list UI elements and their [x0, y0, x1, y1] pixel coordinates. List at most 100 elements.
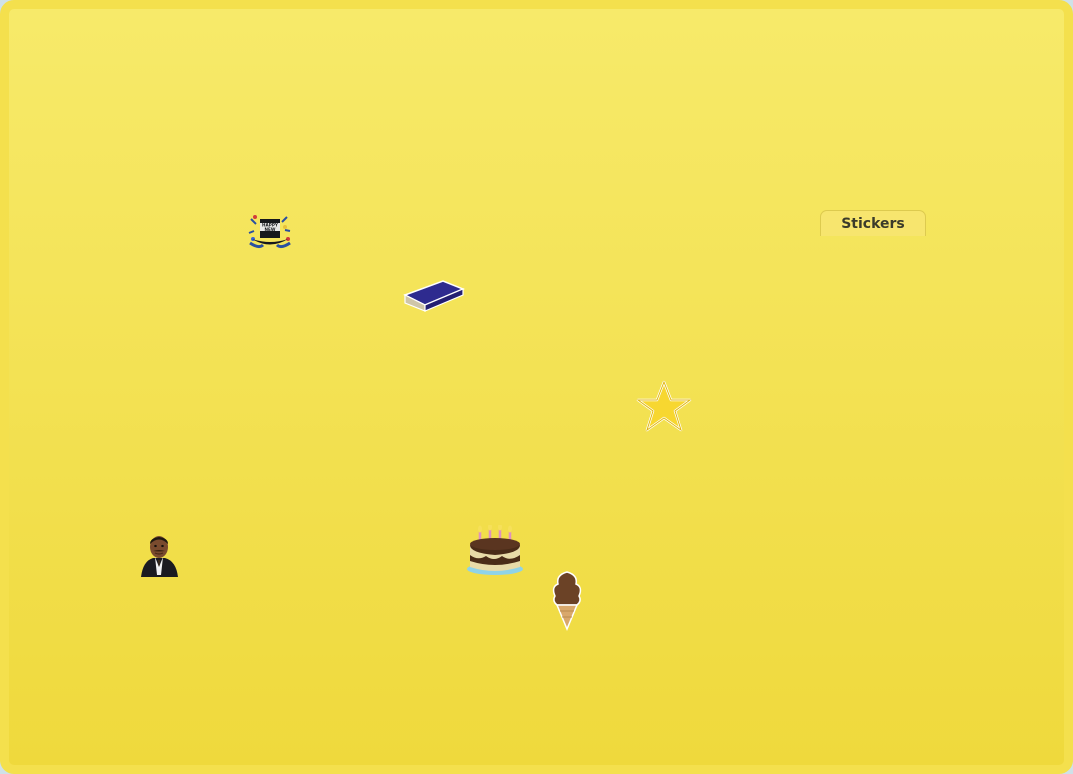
day-header-sunday: Sunday: [20, 170, 124, 202]
day-header-friday: Friday: [572, 170, 676, 202]
svg-text:YEAR: YEAR: [263, 232, 277, 237]
calendar-cell[interactable]: 1 HAPPY NEW YEAR New Year's Day: [240, 209, 345, 308]
gift-sticker[interactable]: [835, 649, 899, 707]
calendar-cell[interactable]: 5: [682, 209, 786, 308]
printer-icon: [997, 165, 1033, 197]
calendar-week-row: 20 21 Martin Luther King, Jr.'s Birthday…: [20, 525, 786, 631]
tab-draw[interactable]: Draw: [928, 210, 1046, 236]
cake-sticker[interactable]: [835, 523, 903, 577]
calendar-cell[interactable]: 7: [130, 315, 234, 414]
calendar-cell[interactable]: 20: [20, 527, 124, 626]
day-number: 29: [303, 637, 336, 666]
triangle-left-icon: [64, 54, 92, 88]
day-header-row: Sunday Monday Tuesday Wednesday Thursday…: [20, 170, 786, 202]
page-title: January: [335, 25, 738, 132]
book-sticker[interactable]: [399, 273, 467, 313]
calendar-cell[interactable]: [682, 633, 786, 732]
calendar-cell[interactable]: 14: [130, 421, 234, 520]
calendar-cell[interactable]: 31: [461, 633, 566, 732]
calendar-cell[interactable]: 27: [20, 633, 124, 732]
year-selector: 2013 Print: [796, 160, 1054, 209]
heart-sticker[interactable]: [893, 463, 947, 513]
calendar-cell[interactable]: 28: [130, 633, 234, 732]
stickers-panel: Drag a sticker where you would like it t…: [798, 235, 1046, 735]
calendar-cell[interactable]: 4: [572, 209, 676, 308]
day-number: 30: [413, 637, 446, 666]
day-number: 23: [413, 531, 446, 560]
calendar-cell[interactable]: 3: [461, 209, 566, 308]
prev-year-button[interactable]: [800, 175, 814, 197]
calendar-cell[interactable]: [20, 209, 124, 308]
day-number: 7: [208, 319, 225, 348]
calendar-cell[interactable]: 16: [351, 421, 455, 520]
day-number: 22: [303, 531, 336, 560]
day-note: Martin Luther King, Jr.'s Birthday: [141, 582, 223, 620]
day-number: 9: [429, 319, 446, 348]
day-header-monday: Monday: [130, 170, 234, 202]
day-number: 14: [193, 425, 225, 454]
calendar-cell[interactable]: [130, 209, 234, 308]
day-number: 31: [524, 637, 557, 666]
prev-month-button[interactable]: [47, 38, 113, 104]
umbrella-sticker[interactable]: [949, 521, 1011, 579]
day-header-tuesday: Tuesday: [240, 170, 345, 202]
mlk-portrait-sticker[interactable]: [137, 533, 181, 577]
calendar-cell[interactable]: 26: [682, 527, 786, 626]
print-button[interactable]: Print: [994, 164, 1046, 209]
calendar-cell[interactable]: 18: [572, 421, 676, 520]
calendar-cell[interactable]: 15: [240, 421, 345, 520]
birthday-cake-sticker[interactable]: [464, 525, 530, 577]
calendar-cell[interactable]: [572, 633, 676, 732]
pencil-sticker[interactable]: [905, 343, 951, 409]
next-month-button[interactable]: [986, 38, 1052, 104]
day-number: 26: [745, 531, 777, 560]
sticker-tray: [812, 280, 1036, 725]
calendar-cell[interactable]: 6: [20, 315, 124, 414]
day-number: 20: [82, 531, 115, 560]
calendar-cell[interactable]: 9: [351, 315, 455, 414]
calendar-cell[interactable]: 24 Birthday: [461, 525, 581, 631]
icecream-cone-sticker[interactable]: [548, 569, 586, 631]
day-note: Trip to Grandma's: [690, 341, 778, 380]
day-number: 6: [98, 319, 115, 348]
calendar-cell[interactable]: 8: [240, 315, 345, 414]
calendar-cell[interactable]: 22: [240, 527, 345, 626]
day-number: 11: [634, 319, 667, 348]
day-number: 27: [82, 637, 115, 666]
calendar-cell[interactable]: 10: [461, 315, 566, 414]
balloons-sticker[interactable]: [891, 589, 955, 663]
icecream-sticker[interactable]: [963, 637, 1005, 705]
smiley-sticker[interactable]: [843, 403, 901, 461]
calendar-week-row: 1 HAPPY NEW YEAR New Year's Day 2 Back t…: [20, 209, 786, 312]
star-sticker[interactable]: [636, 379, 692, 433]
calendar-cell[interactable]: 17: [461, 421, 566, 520]
day-number: 16: [413, 425, 446, 454]
tab-stickers[interactable]: Stickers: [820, 210, 926, 236]
day-number: 21: [193, 531, 225, 560]
calendar-cell[interactable]: 25: [572, 527, 676, 626]
calendar-cell[interactable]: 12 Trip to Grandma's: [682, 315, 786, 414]
day-number: 13: [82, 425, 115, 454]
calendar-cell[interactable]: 13: [20, 421, 124, 520]
calendar-cell[interactable]: 19: [682, 421, 786, 520]
day-number: 15: [303, 425, 336, 454]
next-year-button[interactable]: [913, 175, 927, 197]
year-label: 2013: [822, 160, 910, 200]
calendar-cell[interactable]: 11: [572, 315, 692, 432]
star-sticker[interactable]: [950, 291, 1014, 353]
book-sticker[interactable]: [835, 299, 909, 343]
calendar-cell[interactable]: 29: [240, 633, 345, 732]
print-label: Print: [1007, 199, 1033, 209]
calendar-cell[interactable]: 21 Martin Luther King, Jr.'s Birthday: [130, 527, 234, 626]
day-number: 3: [540, 213, 557, 242]
day-number: 25: [634, 531, 667, 560]
day-number: 10: [524, 319, 557, 348]
calendar-cell[interactable]: 23: [351, 527, 455, 626]
calendar-cell[interactable]: 2 Back to school!: [351, 209, 466, 312]
ribbon-sticker[interactable]: [957, 399, 1007, 469]
calendar-week-row: 13 14 15 16 17 18 19: [20, 421, 786, 520]
day-note: Back to school!: [372, 233, 433, 272]
calendar-app: January Sunday Monday Tuesday Wednesday …: [0, 0, 1073, 774]
new-year-hat-sticker[interactable]: HAPPY NEW YEAR: [247, 213, 293, 255]
calendar-cell[interactable]: 30: [351, 633, 455, 732]
